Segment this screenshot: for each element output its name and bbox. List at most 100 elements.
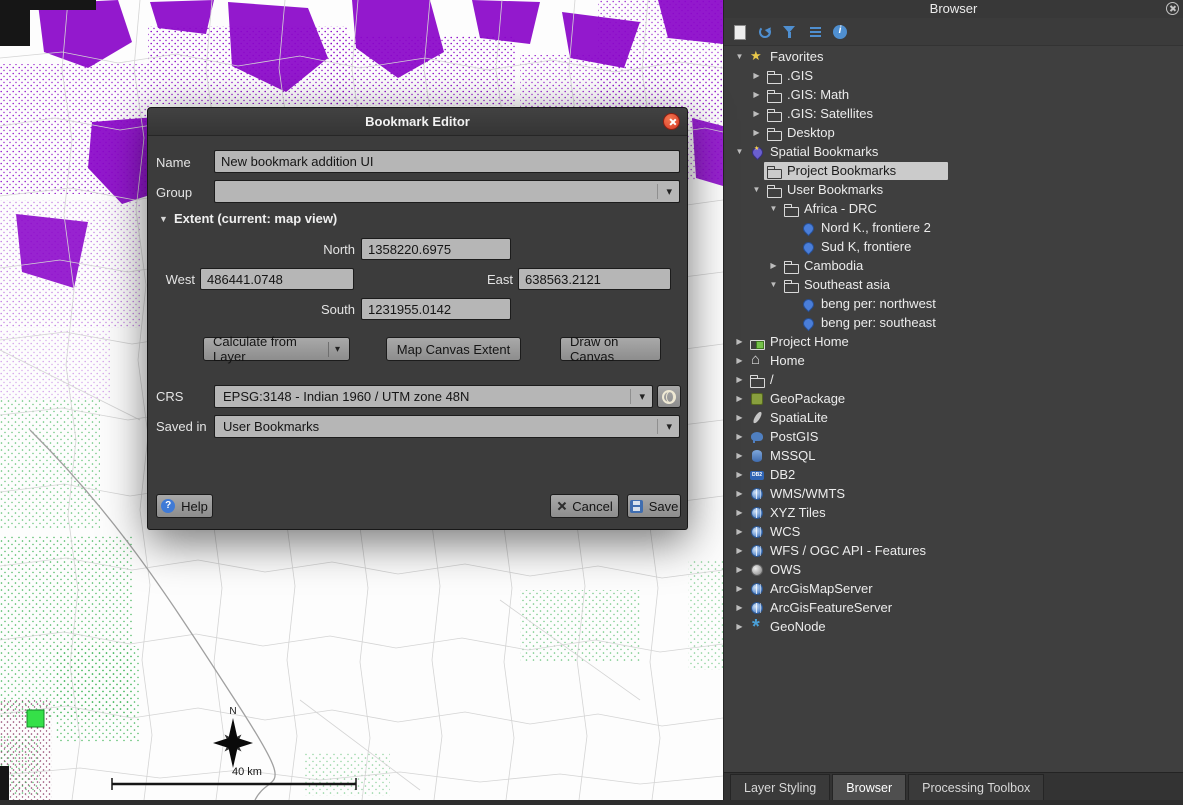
cancel-button[interactable]: Cancel — [550, 494, 619, 518]
tree-item-wms-wmts[interactable]: ▶WMS/WMTS — [724, 484, 1183, 503]
tree-item-ows[interactable]: ▶OWS — [724, 560, 1183, 579]
map-canvas-extent-button[interactable]: Map Canvas Extent — [386, 337, 521, 361]
bookmark-icon — [801, 297, 815, 311]
help-button-label: Help — [181, 499, 208, 514]
tree-item-geopackage[interactable]: ▶GeoPackage — [724, 389, 1183, 408]
west-input[interactable] — [200, 268, 354, 290]
tree-item-spatialite[interactable]: ▶SpatiaLite — [724, 408, 1183, 427]
expander-closed-icon[interactable]: ▶ — [732, 470, 747, 479]
tree-item-cambodia[interactable]: ▶Cambodia — [724, 256, 1183, 275]
expander-closed-icon[interactable]: ▶ — [732, 489, 747, 498]
tree-item-project-bookmarks[interactable]: Project Bookmarks — [724, 161, 1183, 180]
tab-processing-toolbox[interactable]: Processing Toolbox — [908, 774, 1044, 800]
globe-icon — [750, 601, 764, 615]
expander-open-icon[interactable]: ▼ — [749, 185, 764, 194]
tab-browser[interactable]: Browser — [832, 774, 906, 800]
bookmark-icon — [801, 221, 815, 235]
button-divider — [328, 342, 329, 357]
panel-close-button[interactable] — [1166, 2, 1179, 15]
tree-item-xyz-tiles[interactable]: ▶XYZ Tiles — [724, 503, 1183, 522]
selection-marker[interactable] — [27, 710, 44, 727]
expander-closed-icon[interactable]: ▶ — [732, 394, 747, 403]
tree-item-southeast-asia[interactable]: ▼Southeast asia — [724, 275, 1183, 294]
crs-dropdown[interactable]: EPSG:3148 - Indian 1960 / UTM zone 48N — [214, 385, 653, 408]
collapse-all-icon[interactable] — [807, 24, 823, 40]
crs-picker-button[interactable] — [657, 385, 681, 408]
tree-item-nord-k-frontiere-2[interactable]: Nord K., frontiere 2 — [724, 218, 1183, 237]
expander-closed-icon[interactable]: ▶ — [732, 356, 747, 365]
tree-item-gis-math[interactable]: ▶ .GIS: Math — [724, 85, 1183, 104]
expander-open-icon[interactable]: ▼ — [732, 52, 747, 61]
west-label: West — [148, 272, 195, 288]
expander-closed-icon[interactable]: ▶ — [732, 413, 747, 422]
draw-on-canvas-label: Draw on Canvas — [570, 334, 651, 364]
expander-closed-icon[interactable]: ▶ — [732, 337, 747, 346]
expander-closed-icon[interactable]: ▶ — [732, 622, 747, 631]
tree-item-postgis[interactable]: ▶PostGIS — [724, 427, 1183, 446]
calculate-from-layer-button[interactable]: Calculate from Layer ▾ — [203, 337, 350, 361]
dialog-title-bar[interactable]: Bookmark Editor — [148, 108, 687, 136]
name-input[interactable] — [214, 150, 680, 173]
folder-icon — [767, 107, 781, 121]
tree-item-user-bookmarks[interactable]: ▼User Bookmarks — [724, 180, 1183, 199]
filter-icon[interactable] — [782, 24, 798, 40]
south-input[interactable] — [361, 298, 511, 320]
expander-closed-icon[interactable]: ▶ — [732, 432, 747, 441]
tree-item-label: .GIS: Satellites — [787, 104, 873, 123]
expander-closed-icon[interactable]: ▶ — [749, 128, 764, 137]
panel-tabs: Layer Styling Browser Processing Toolbox — [724, 772, 1183, 800]
tree-item-project-home[interactable]: ▶Project Home — [724, 332, 1183, 351]
tree-item-wfs-ogc-api-features[interactable]: ▶WFS / OGC API - Features — [724, 541, 1183, 560]
saved-in-dropdown[interactable]: User Bookmarks — [214, 415, 680, 438]
tree-item-beng-per-northwest[interactable]: beng per: northwest — [724, 294, 1183, 313]
tree-item-sud-k-frontiere[interactable]: Sud K, frontiere — [724, 237, 1183, 256]
expander-open-icon[interactable]: ▼ — [732, 147, 747, 156]
tree-item-arcgismapserver[interactable]: ▶ArcGisMapServer — [724, 579, 1183, 598]
globe-icon — [750, 487, 764, 501]
extent-section-header[interactable]: Extent (current: map view) — [174, 211, 337, 226]
save-button[interactable]: Save — [627, 494, 681, 518]
extent-collapse-icon[interactable]: ▼ — [159, 214, 168, 224]
expander-closed-icon[interactable]: ▶ — [732, 546, 747, 555]
tree-item-geonode[interactable]: ▶GeoNode — [724, 617, 1183, 636]
document-icon[interactable] — [732, 24, 748, 40]
expander-closed-icon[interactable]: ▶ — [732, 603, 747, 612]
tree-item-mssql[interactable]: ▶MSSQL — [724, 446, 1183, 465]
expander-closed-icon[interactable]: ▶ — [732, 375, 747, 384]
properties-icon[interactable] — [832, 24, 848, 40]
expander-closed-icon[interactable]: ▶ — [749, 109, 764, 118]
tree-item-beng-per-southeast[interactable]: beng per: southeast — [724, 313, 1183, 332]
dialog-close-button[interactable] — [663, 113, 680, 130]
tree-item-label: .GIS: Math — [787, 85, 849, 104]
expander-closed-icon[interactable]: ▶ — [732, 527, 747, 536]
group-dropdown[interactable] — [214, 180, 680, 203]
tree-item-[interactable]: ▶/ — [724, 370, 1183, 389]
tab-layer-styling[interactable]: Layer Styling — [730, 774, 830, 800]
tree-item-desktop[interactable]: ▶Desktop — [724, 123, 1183, 142]
tree-item-spatial-bookmarks[interactable]: ▼Spatial Bookmarks — [724, 142, 1183, 161]
help-button[interactable]: Help — [156, 494, 213, 518]
expander-closed-icon[interactable]: ▶ — [732, 451, 747, 460]
east-input[interactable] — [518, 268, 671, 290]
tree-item-africa-drc[interactable]: ▼Africa - DRC — [724, 199, 1183, 218]
tree-item-arcgisfeatureserver[interactable]: ▶ArcGisFeatureServer — [724, 598, 1183, 617]
expander-closed-icon[interactable]: ▶ — [749, 71, 764, 80]
expander-closed-icon[interactable]: ▶ — [732, 565, 747, 574]
tree-item-wcs[interactable]: ▶WCS — [724, 522, 1183, 541]
tree-item-favorites[interactable]: ▼Favorites — [724, 47, 1183, 66]
tree-item-home[interactable]: ▶ Home — [724, 351, 1183, 370]
expander-open-icon[interactable]: ▼ — [766, 204, 781, 213]
draw-on-canvas-button[interactable]: Draw on Canvas — [560, 337, 661, 361]
expander-closed-icon[interactable]: ▶ — [749, 90, 764, 99]
refresh-icon[interactable] — [757, 24, 773, 40]
tree-item-label: Home — [770, 351, 805, 370]
expander-closed-icon[interactable]: ▶ — [732, 508, 747, 517]
expander-open-icon[interactable]: ▼ — [766, 280, 781, 289]
tree-item-gis-satellites[interactable]: ▶ .GIS: Satellites — [724, 104, 1183, 123]
expander-closed-icon[interactable]: ▶ — [766, 261, 781, 270]
north-input[interactable] — [361, 238, 511, 260]
tree-item-db2[interactable]: ▶ DB2 — [724, 465, 1183, 484]
expander-closed-icon[interactable]: ▶ — [732, 584, 747, 593]
tree-item-gis[interactable]: ▶.GIS — [724, 66, 1183, 85]
tree-item-label: DB2 — [770, 465, 795, 484]
